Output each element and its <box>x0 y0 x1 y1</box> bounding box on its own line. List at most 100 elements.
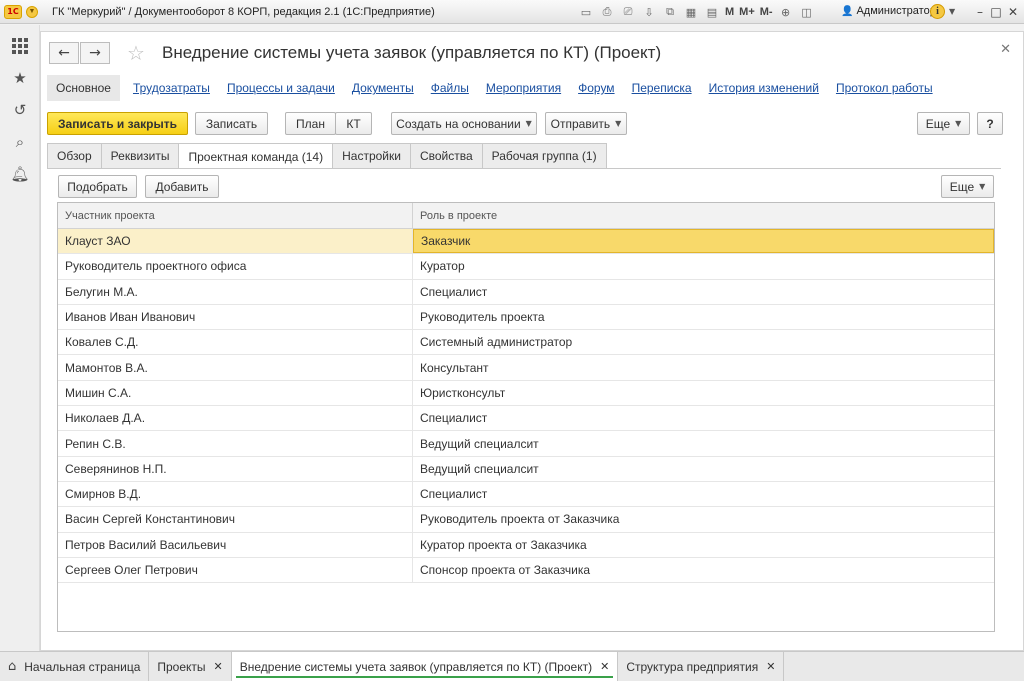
tab-work-group[interactable]: Рабочая группа (1) <box>481 143 607 168</box>
cell-member[interactable]: Клауст ЗАО <box>58 229 413 254</box>
cell-role[interactable]: Специалист <box>413 482 994 506</box>
cell-member[interactable]: Белугин М.А. <box>58 279 413 304</box>
minimize-icon[interactable]: – <box>972 4 988 20</box>
nav-link-labor-costs[interactable]: Трудозатраты <box>133 81 210 95</box>
table-row[interactable]: Смирнов В.Д. Специалист <box>58 481 994 508</box>
table-row[interactable]: Северянинов Н.П. Ведущий специалсит <box>58 456 994 482</box>
kt-button[interactable]: КТ <box>335 112 372 135</box>
nav-link-correspondence[interactable]: Переписка <box>632 81 692 95</box>
close-tab-icon[interactable]: ✕ <box>766 660 775 673</box>
plan-button[interactable]: План <box>285 112 336 135</box>
panels-icon[interactable]: ◫ <box>799 4 815 20</box>
add-button[interactable]: Добавить <box>145 175 219 198</box>
tab-properties[interactable]: Свойства <box>409 143 483 168</box>
cell-role[interactable]: Специалист <box>413 280 994 304</box>
save-icon[interactable]: ▭ <box>578 4 594 20</box>
window-tab-projects[interactable]: Проекты ✕ <box>149 652 232 681</box>
help-button[interactable]: ? <box>977 112 1003 135</box>
pick-button[interactable]: Подобрать <box>58 175 137 198</box>
nav-link-processes-tasks[interactable]: Процессы и задачи <box>227 81 335 95</box>
cell-member[interactable]: Петров Василий Васильевич <box>58 532 413 557</box>
table-row[interactable]: Петров Василий Васильевич Куратор проекта… <box>58 532 994 558</box>
nav-link-change-history[interactable]: История изменений <box>709 81 819 95</box>
table-row[interactable]: Васин Сергей Константинович Руководитель … <box>58 507 994 533</box>
cell-member[interactable]: Мамонтов В.А. <box>58 355 413 380</box>
favorite-star-icon[interactable]: ☆ <box>127 41 145 65</box>
sections-menu-icon[interactable] <box>9 35 31 57</box>
column-header-member[interactable]: Участник проекта <box>58 203 413 229</box>
table-row[interactable]: Ковалев С.Д. Системный администратор <box>58 330 994 356</box>
tab-details[interactable]: Реквизиты <box>100 143 180 168</box>
cell-role[interactable]: Куратор проекта от Заказчика <box>413 533 994 557</box>
cell-role[interactable]: Руководитель проекта <box>413 305 994 329</box>
cell-role[interactable]: Спонсор проекта от Заказчика <box>413 558 994 582</box>
cell-member[interactable]: Руководитель проектного офиса <box>58 254 413 279</box>
nav-link-documents[interactable]: Документы <box>352 81 414 95</box>
tab-settings[interactable]: Настройки <box>332 143 411 168</box>
nav-link-forum[interactable]: Форум <box>578 81 614 95</box>
cell-member[interactable]: Репин С.В. <box>58 431 413 456</box>
preview-icon[interactable]: ⎚ <box>620 4 636 20</box>
memory-minus-button[interactable]: M- <box>760 4 773 20</box>
favorites-icon[interactable]: ★ <box>9 67 31 89</box>
table-row[interactable]: Мишин С.А. Юристконсульт <box>58 380 994 407</box>
create-based-on-button[interactable]: Создать на основании ▼ <box>391 112 537 135</box>
nav-link-work-log[interactable]: Протокол работы <box>836 81 933 95</box>
more-actions-button[interactable]: Еще ▼ <box>917 112 970 135</box>
print-icon[interactable]: ⎙ <box>599 4 615 20</box>
cell-role[interactable]: Куратор <box>413 254 994 278</box>
info-icon[interactable]: i <box>930 4 945 19</box>
maximize-icon[interactable]: □ <box>988 4 1004 20</box>
cell-role[interactable]: Специалист <box>413 406 994 430</box>
notifications-bell-icon[interactable]: 🔔︎ <box>9 163 31 185</box>
history-icon[interactable]: ↺ <box>9 99 31 121</box>
window-tab-enterprise-structure[interactable]: Структура предприятия ✕ <box>618 652 785 681</box>
tab-overview[interactable]: Обзор <box>47 143 102 168</box>
nav-link-events[interactable]: Мероприятия <box>486 81 561 95</box>
send-button[interactable]: Отправить ▼ <box>545 112 627 135</box>
cell-role[interactable]: Ведущий специалсит <box>413 431 994 455</box>
cell-role[interactable]: Консультант <box>413 355 994 379</box>
window-tab-current-project[interactable]: Внедрение системы учета заявок (управляе… <box>231 652 619 681</box>
memory-button[interactable]: M <box>725 4 734 20</box>
current-user[interactable]: 👤 Администратор <box>841 5 936 17</box>
cell-role[interactable]: Заказчик <box>413 229 994 254</box>
calculator-icon[interactable]: ▦ <box>683 4 699 20</box>
table-row[interactable]: Николаев Д.А. Специалист <box>58 406 994 432</box>
cell-member[interactable]: Ковалев С.Д. <box>58 330 413 355</box>
cell-role[interactable]: Юристконсульт <box>413 381 994 405</box>
table-row[interactable]: Белугин М.А. Специалист <box>58 279 994 305</box>
cell-member[interactable]: Смирнов В.Д. <box>58 481 413 507</box>
form-close-icon[interactable]: ✕ <box>1000 42 1011 57</box>
close-tab-icon[interactable]: ✕ <box>214 660 223 673</box>
back-button[interactable]: ← <box>49 42 79 64</box>
close-tab-icon[interactable]: ✕ <box>600 660 609 673</box>
team-more-button[interactable]: Еще ▼ <box>941 175 994 198</box>
save-and-close-button[interactable]: Записать и закрыть <box>47 112 188 135</box>
memory-plus-button[interactable]: M+ <box>739 4 755 20</box>
save-button[interactable]: Записать <box>195 112 268 135</box>
cell-member[interactable]: Мишин С.А. <box>58 380 413 406</box>
search-icon[interactable]: ⌕ <box>9 131 31 153</box>
cell-role[interactable]: Руководитель проекта от Заказчика <box>413 507 994 531</box>
cell-role[interactable]: Ведущий специалсит <box>413 457 994 481</box>
table-row[interactable]: Мамонтов В.А. Консультант <box>58 355 994 381</box>
table-row[interactable]: Руководитель проектного офиса Куратор <box>58 254 994 280</box>
info-dropdown-icon[interactable]: ▼ <box>949 7 955 16</box>
forward-button[interactable]: → <box>80 42 110 64</box>
calendar-icon[interactable]: ▤ <box>704 4 720 20</box>
cell-member[interactable]: Сергеев Олег Петрович <box>58 557 413 583</box>
link-icon[interactable]: ⇩ <box>641 4 657 20</box>
copy-icon[interactable]: ⧉ <box>662 4 678 20</box>
home-page-tab[interactable]: ⌂ Начальная страница <box>0 652 150 681</box>
window-close-icon[interactable]: ✕ <box>1005 4 1021 20</box>
app-logo-icon[interactable]: 1С <box>4 4 22 19</box>
column-header-role[interactable]: Роль в проекте <box>413 203 994 229</box>
tab-project-team[interactable]: Проектная команда (14) <box>178 143 334 169</box>
cell-member[interactable]: Северянинов Н.П. <box>58 456 413 481</box>
cell-member[interactable]: Васин Сергей Константинович <box>58 507 413 532</box>
table-row[interactable]: Клауст ЗАО Заказчик <box>58 229 994 255</box>
cell-member[interactable]: Иванов Иван Иванович <box>58 304 413 330</box>
cell-member[interactable]: Николаев Д.А. <box>58 406 413 431</box>
nav-link-main[interactable]: Основное <box>47 75 120 101</box>
